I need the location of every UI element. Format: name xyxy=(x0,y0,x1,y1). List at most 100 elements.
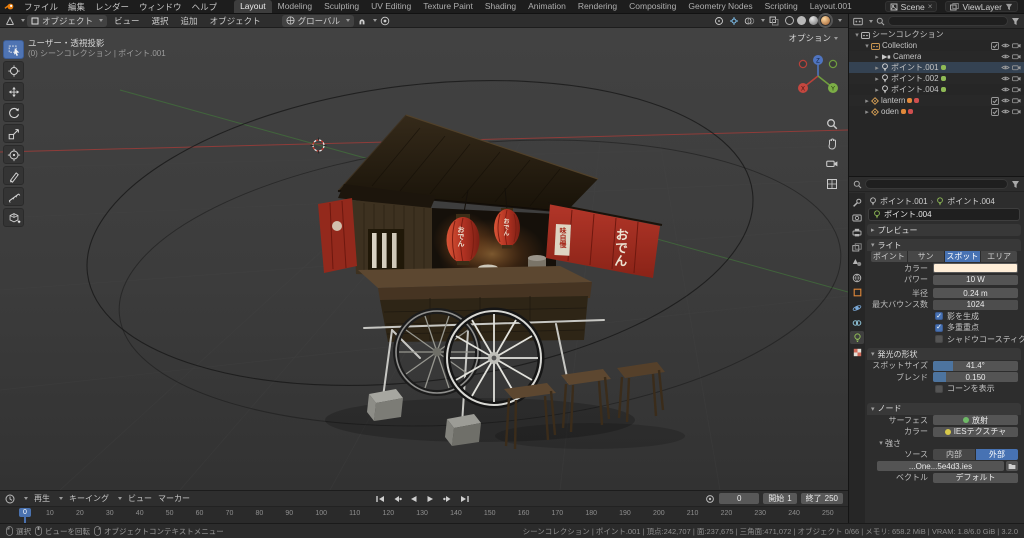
section-preview[interactable]: プレビュー xyxy=(867,224,1021,236)
outliner-row-point-004[interactable]: ▸ ポイント.004 xyxy=(849,84,1024,95)
workspace-tab-animation[interactable]: Animation xyxy=(522,0,572,13)
workspace-tab-scripting[interactable]: Scripting xyxy=(759,0,804,13)
outliner-row-oden[interactable]: ▸ oden xyxy=(849,106,1024,117)
spot-size-field[interactable]: 41.4° xyxy=(933,360,1018,371)
search-icon[interactable] xyxy=(876,17,885,26)
pan-hand-icon[interactable] xyxy=(824,136,839,151)
outliner-row-point-001[interactable]: ▸ ポイント.001 xyxy=(849,62,1024,73)
disable-render-icon[interactable] xyxy=(1012,86,1021,93)
tab-tool[interactable] xyxy=(850,196,864,209)
xray-toggle-icon[interactable] xyxy=(768,15,780,27)
gizmo-x-neg-axis[interactable] xyxy=(798,59,808,69)
tool-select-box[interactable] xyxy=(3,40,24,59)
frame-end-field[interactable]: 終了 250 xyxy=(800,493,843,504)
source-internal[interactable]: 内部 xyxy=(933,449,976,461)
workspace-tab-texturepaint[interactable]: Texture Paint xyxy=(417,0,479,13)
menu-help[interactable]: ヘルプ xyxy=(187,1,223,13)
current-frame-field[interactable]: 0 xyxy=(719,493,760,504)
overlays-icon[interactable] xyxy=(743,15,755,27)
shading-solid-icon[interactable] xyxy=(797,16,806,25)
shading-material-icon[interactable] xyxy=(809,16,818,25)
viewlayer-selector[interactable]: ViewLayer xyxy=(945,1,1018,12)
show-cone-checkbox[interactable] xyxy=(935,384,943,393)
workspace-tab-layout001[interactable]: Layout.001 xyxy=(804,0,858,13)
file-browse-icon[interactable] xyxy=(1006,461,1018,472)
exclude-checkbox-icon[interactable] xyxy=(991,108,999,116)
workspace-tab-uvediting[interactable]: UV Editing xyxy=(365,0,417,13)
surface-node-button[interactable]: 放射 xyxy=(933,415,1018,426)
menu-viewport-select[interactable]: 選択 xyxy=(147,15,174,27)
radius-field[interactable]: 0.24 m xyxy=(933,288,1018,299)
outliner-row-point-002[interactable]: ▸ ポイント.002 xyxy=(849,73,1024,84)
tab-output[interactable] xyxy=(850,226,864,239)
outliner-row-lantern[interactable]: ▸ lantern xyxy=(849,95,1024,106)
hide-eye-icon[interactable] xyxy=(1001,86,1010,93)
outliner-editor-icon[interactable] xyxy=(853,16,863,26)
menu-viewport-object[interactable]: オブジェクト xyxy=(205,15,266,27)
tab-object-data-light[interactable] xyxy=(850,331,864,344)
section-light[interactable]: ライト xyxy=(867,239,1021,251)
shading-rendered-icon[interactable] xyxy=(818,13,833,28)
navigation-gizmo[interactable]: Z X Y xyxy=(792,50,844,102)
workspace-tab-modeling[interactable]: Modeling xyxy=(272,0,319,13)
prev-keyframe-button[interactable] xyxy=(389,493,404,505)
breadcrumb-object[interactable]: ポイント.001 xyxy=(880,196,928,207)
timeline-ruler[interactable]: 0 10 20 30 40 50 60 70 80 90 100 110 120… xyxy=(0,506,848,524)
frame-start-field[interactable]: 開始 1 xyxy=(763,493,797,504)
tool-annotate[interactable] xyxy=(3,166,24,185)
properties-search-input[interactable] xyxy=(865,179,1008,189)
transform-orientation-dropdown[interactable]: グローバル xyxy=(281,14,354,27)
ies-file-field[interactable]: ...One...5e4d3.ies xyxy=(877,461,1004,472)
disable-render-icon[interactable] xyxy=(1012,42,1021,49)
vector-field[interactable]: デフォルト xyxy=(933,472,1018,483)
menu-marker[interactable]: マーカー xyxy=(158,493,190,504)
cast-shadow-checkbox[interactable]: ✓ xyxy=(935,312,943,321)
tool-scale[interactable] xyxy=(3,124,24,143)
blender-logo-icon[interactable] xyxy=(4,2,15,11)
workspace-tab-compositing[interactable]: Compositing xyxy=(623,0,682,13)
source-external[interactable]: 外部 xyxy=(976,449,1018,461)
pivot-point-icon[interactable] xyxy=(713,15,725,27)
viewlayer-filter-icon[interactable] xyxy=(1005,3,1013,11)
editor-type-icon[interactable] xyxy=(4,15,16,27)
workspace-tab-shading[interactable]: Shading xyxy=(479,0,522,13)
tool-add-cube[interactable] xyxy=(3,208,24,227)
tab-texture[interactable] xyxy=(850,346,864,359)
workspace-tab-layout[interactable]: Layout xyxy=(234,0,272,13)
tool-transform[interactable] xyxy=(3,145,24,164)
mode-dropdown[interactable]: オブジェクト xyxy=(27,14,108,27)
outliner-row-collection[interactable]: ▾ Collection xyxy=(849,40,1024,51)
play-reverse-button[interactable] xyxy=(406,493,421,505)
hide-eye-icon[interactable] xyxy=(1001,53,1010,60)
menu-timeline-view[interactable]: ビュー xyxy=(128,493,152,504)
display-filter-icon[interactable] xyxy=(1011,180,1020,189)
exclude-checkbox-icon[interactable] xyxy=(991,97,999,105)
gizmo-toggle-icon[interactable] xyxy=(728,15,740,27)
hide-eye-icon[interactable] xyxy=(1001,64,1010,71)
light-color-swatch[interactable] xyxy=(933,263,1018,274)
exclude-checkbox-icon[interactable] xyxy=(991,42,999,50)
tab-scene[interactable] xyxy=(850,256,864,269)
power-field[interactable]: 10 W xyxy=(933,274,1018,285)
zoom-icon[interactable] xyxy=(824,116,839,131)
tab-view-layer[interactable] xyxy=(850,241,864,254)
menu-playback[interactable]: 再生 xyxy=(34,493,50,504)
shadow-caustics-checkbox[interactable] xyxy=(935,335,943,344)
section-beam-shape[interactable]: 発光の形状 xyxy=(867,348,1021,360)
outliner-row-scene-collection[interactable]: ▾ シーンコレクション xyxy=(849,29,1024,40)
outliner-row-camera[interactable]: ▸ Camera xyxy=(849,51,1024,62)
menu-keying[interactable]: キーイング xyxy=(69,493,109,504)
hide-eye-icon[interactable] xyxy=(1001,97,1010,104)
ies-texture-button[interactable]: IESテクスチャ xyxy=(933,426,1018,437)
breadcrumb-data[interactable]: ポイント.004 xyxy=(947,196,995,207)
hide-eye-icon[interactable] xyxy=(1001,42,1010,49)
tool-rotate[interactable] xyxy=(3,103,24,122)
toggle-ortho-icon[interactable] xyxy=(824,176,839,191)
section-nodes[interactable]: ノード xyxy=(867,402,1021,415)
light-type-spot[interactable]: スポット xyxy=(944,251,982,263)
menu-window[interactable]: ウィンドウ xyxy=(134,1,187,13)
filter-icon[interactable] xyxy=(1011,17,1020,26)
light-type-point[interactable]: ポイント xyxy=(871,251,908,263)
disable-render-icon[interactable] xyxy=(1012,75,1021,82)
camera-view-icon[interactable] xyxy=(824,156,839,171)
